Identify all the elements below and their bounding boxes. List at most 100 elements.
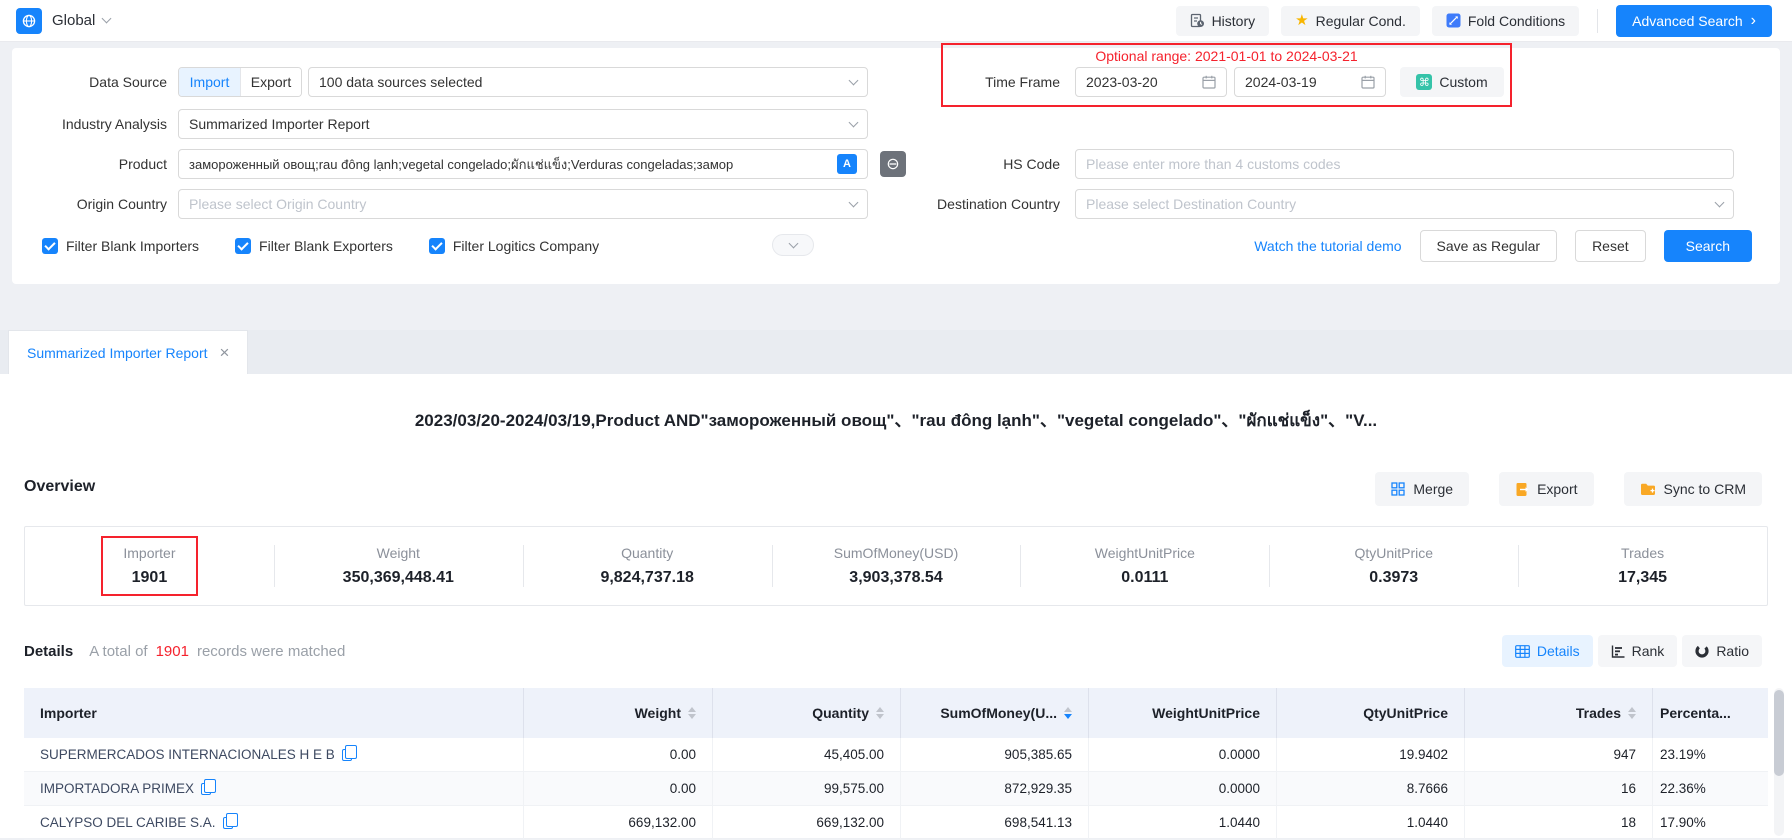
stat-qty-unit-price: QtyUnitPrice 0.3973 — [1269, 527, 1518, 605]
view-details-label: Details — [1537, 643, 1580, 659]
destination-country-select[interactable]: Please select Destination Country — [1075, 189, 1734, 219]
origin-country-placeholder: Please select Origin Country — [189, 196, 850, 212]
column-header-qty-unit-price: QtyUnitPrice — [1276, 688, 1464, 738]
topbar: Global History ★ Regular Cond. — [0, 0, 1792, 42]
column-header-trades[interactable]: Trades — [1464, 688, 1652, 738]
data-source-label: Data Source — [24, 67, 167, 97]
details-grid-icon — [1515, 645, 1530, 658]
stat-value: 17,345 — [1618, 569, 1667, 587]
search-button[interactable]: Search — [1664, 230, 1752, 262]
sync-crm-icon — [1640, 482, 1656, 496]
fold-conditions-button[interactable]: Fold Conditions — [1432, 6, 1579, 36]
product-input[interactable] — [189, 150, 837, 178]
chevron-right-icon: › — [1751, 13, 1756, 29]
copy-icon[interactable] — [342, 749, 352, 761]
tutorial-link[interactable]: Watch the tutorial demo — [1254, 238, 1401, 254]
view-ratio-button[interactable]: Ratio — [1682, 635, 1762, 667]
filter-blank-exporters-label: Filter Blank Exporters — [259, 238, 393, 254]
save-as-regular-button[interactable]: Save as Regular — [1420, 230, 1558, 262]
view-details-button[interactable]: Details — [1502, 635, 1593, 667]
history-button[interactable]: History — [1176, 6, 1270, 36]
filter-logitics-company-checkbox[interactable]: Filter Logitics Company — [429, 238, 599, 254]
stat-trades: Trades 17,345 — [1518, 527, 1767, 605]
divider — [1597, 9, 1598, 33]
optional-range-note: Optional range: 2021-01-01 to 2024-03-21 — [943, 48, 1510, 64]
stat-sum-of-money: SumOfMoney(USD) 3,903,378.54 — [772, 527, 1021, 605]
column-header-weight[interactable]: Weight — [523, 688, 712, 738]
importer-name-link[interactable]: SUPERMERCADOS INTERNACIONALES H E B — [40, 747, 335, 762]
copy-icon[interactable] — [223, 817, 233, 829]
stat-label: SumOfMoney(USD) — [834, 545, 958, 561]
regular-cond-button[interactable]: ★ Regular Cond. — [1281, 6, 1420, 36]
region-selector[interactable]: Global — [16, 8, 110, 34]
collapse-form-button[interactable] — [772, 234, 814, 256]
sort-icon[interactable] — [688, 707, 696, 719]
stat-weight-unit-price: WeightUnitPrice 0.0111 — [1020, 527, 1269, 605]
sync-to-crm-button[interactable]: Sync to CRM — [1624, 472, 1762, 506]
close-icon[interactable]: × — [220, 344, 230, 361]
search-form: Optional range: 2021-01-01 to 2024-03-21… — [12, 48, 1780, 284]
details-row: Details A total of 1901 records were mat… — [24, 634, 1762, 668]
sort-icon-active-desc[interactable] — [1064, 707, 1072, 719]
fold-conditions-label: Fold Conditions — [1468, 13, 1565, 29]
star-icon: ★ — [1295, 13, 1308, 28]
details-heading: Details — [24, 643, 73, 660]
stat-value: 0.0111 — [1121, 569, 1168, 587]
filter-blank-importers-checkbox[interactable]: Filter Blank Importers — [42, 238, 199, 254]
filter-blank-importers-label: Filter Blank Importers — [66, 238, 199, 254]
tab-summarized-importer-report[interactable]: Summarized Importer Report × — [8, 330, 248, 374]
column-header-importer: Importer — [24, 688, 523, 738]
sort-icon[interactable] — [876, 707, 884, 719]
globe-icon[interactable] — [16, 8, 42, 34]
table-row: IMPORTADORA PRIMEX 0.00 99,575.00 872,92… — [24, 772, 1768, 806]
stat-value: 350,369,448.41 — [343, 569, 454, 587]
stat-value: 1901 — [132, 569, 168, 587]
copy-icon[interactable] — [201, 783, 211, 795]
stat-label: Importer — [123, 545, 175, 561]
hs-code-input[interactable] — [1086, 150, 1723, 178]
report-content: 2023/03/20-2024/03/19,Product AND"заморо… — [0, 374, 1792, 838]
stat-label: WeightUnitPrice — [1095, 545, 1195, 561]
reset-button[interactable]: Reset — [1575, 230, 1646, 262]
export-button[interactable]: Export — [1499, 472, 1593, 506]
merge-label: Merge — [1413, 481, 1453, 497]
column-header-sum-of-money[interactable]: SumOfMoney(U... — [900, 688, 1088, 738]
import-tab[interactable]: Import — [179, 68, 240, 96]
table-row: SUPERMERCADOS INTERNACIONALES H E B 0.00… — [24, 738, 1768, 772]
merge-icon — [1391, 482, 1405, 496]
export-icon — [1515, 482, 1529, 497]
merge-button[interactable]: Merge — [1375, 472, 1469, 506]
chevron-down-icon — [1715, 197, 1725, 207]
table-scrollbar[interactable] — [1774, 688, 1784, 836]
data-sources-value: 100 data sources selected — [319, 74, 850, 90]
stat-label: Trades — [1621, 545, 1664, 561]
stat-value: 3,903,378.54 — [849, 569, 942, 587]
tab-label: Summarized Importer Report — [27, 345, 208, 361]
sort-icon[interactable] — [1628, 707, 1636, 719]
data-sources-select[interactable]: 100 data sources selected — [308, 67, 868, 97]
column-header-quantity[interactable]: Quantity — [712, 688, 900, 738]
globe-glyph — [21, 13, 37, 29]
scrollbar-thumb[interactable] — [1774, 690, 1784, 776]
details-table: Importer Weight Quantity SumOfMoney(U...… — [24, 688, 1768, 840]
overview-stats: Importer 1901 Weight 350,369,448.41 Quan… — [24, 526, 1768, 606]
history-icon — [1190, 13, 1205, 28]
hs-code-label: HS Code — [854, 149, 1060, 179]
importer-name-link[interactable]: IMPORTADORA PRIMEX — [40, 781, 194, 796]
filter-blank-exporters-checkbox[interactable]: Filter Blank Exporters — [235, 238, 393, 254]
industry-analysis-select[interactable]: Summarized Importer Report — [178, 109, 868, 139]
importer-name-link[interactable]: CALYPSO DEL CARIBE S.A. — [40, 815, 216, 830]
advanced-search-button[interactable]: Advanced Search › — [1616, 5, 1772, 37]
tab-strip: Summarized Importer Report × — [0, 330, 1792, 374]
checkbox-checked-icon — [42, 238, 58, 254]
chevron-down-icon — [788, 238, 798, 248]
view-rank-button[interactable]: Rank — [1598, 635, 1678, 667]
export-tab[interactable]: Export — [240, 68, 301, 96]
stat-value: 0.3973 — [1369, 569, 1418, 587]
report-title: 2023/03/20-2024/03/19,Product AND"заморо… — [0, 406, 1792, 434]
total-count: 1901 — [156, 643, 189, 660]
product-label: Product — [24, 149, 167, 179]
stat-importer: Importer 1901 — [25, 527, 274, 605]
origin-country-select[interactable]: Please select Origin Country — [178, 189, 868, 219]
form-actions: Watch the tutorial demo Save as Regular … — [1254, 229, 1752, 263]
